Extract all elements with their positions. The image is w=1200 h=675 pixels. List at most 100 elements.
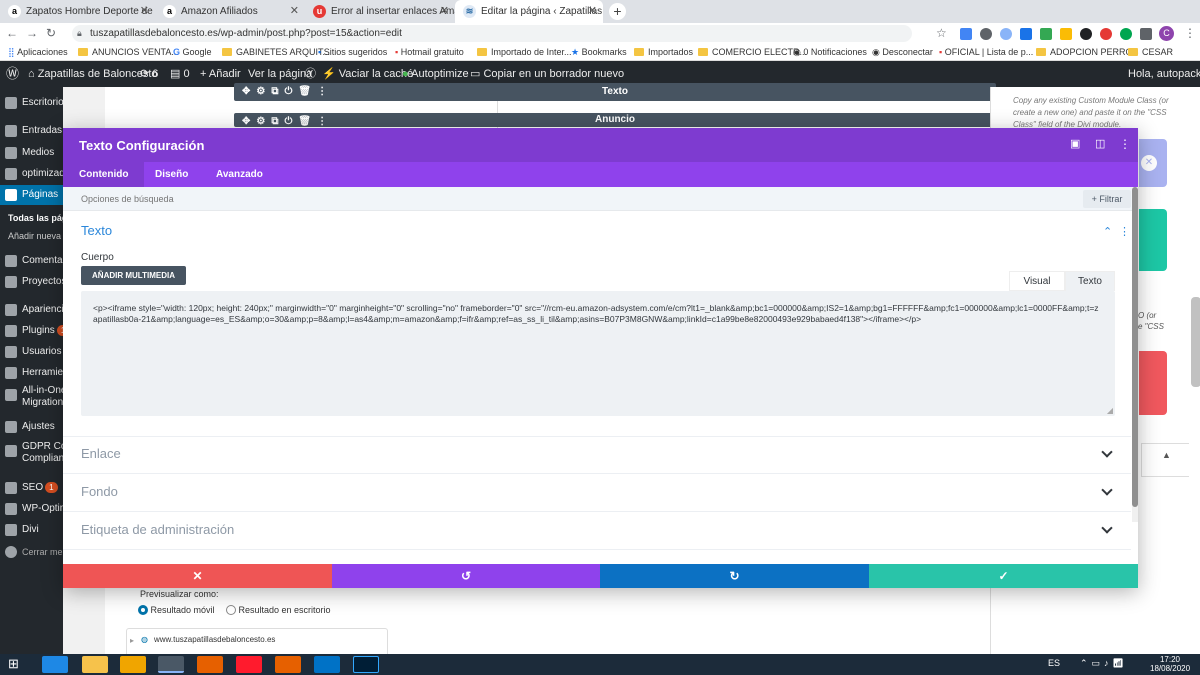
bookmark-item[interactable]: ▪ OFICIAL | Lista de p... [939,45,1033,60]
section-menu-icon[interactable]: ⋮ [1119,225,1130,238]
forward-icon[interactable]: → [26,26,38,40]
close-icon[interactable]: ✕ [290,0,299,23]
new-tab-button[interactable]: + [609,3,626,20]
filter-button[interactable]: + Filtrar [1083,190,1131,208]
split-view-icon[interactable]: ◫ [1095,137,1105,150]
language-indicator[interactable]: ES [1048,658,1060,668]
puzzle-icon[interactable] [1140,28,1152,40]
bookmark-item[interactable]: ◉ 0 Notificaciones [793,45,867,60]
sidebar-item-gdpr[interactable]: GDPR CooComplianc [0,441,63,464]
tab-content[interactable]: Contenido [63,162,145,187]
sidebar-item-dashboard[interactable]: Escritorio [0,93,63,113]
clock[interactable]: 17:20 18/08/2020 [1150,655,1190,673]
file-explorer-icon[interactable] [82,656,108,673]
bookmark-item[interactable]: ADOPCION PERROS [1036,45,1139,60]
sidebar-sub-all-pages[interactable]: Todas las págin [0,213,63,223]
sidebar-item-media[interactable]: Medios [0,143,63,163]
bookmark-item[interactable]: ANUNCIOS VENTA... [78,45,179,60]
extension-icon[interactable] [1080,28,1092,40]
caret-up-icon[interactable]: ▲ [1162,450,1171,460]
close-icon[interactable]: ✕ [140,0,149,23]
bookmark-item[interactable]: COMERCIO ELECTR... [698,45,807,60]
section-fondo[interactable]: Fondo [63,474,1131,512]
comments-link[interactable]: ▤ 0 [170,61,190,87]
sidebar-sub-add-new[interactable]: Añadir nueva [0,231,63,241]
redo-button[interactable]: ↻ [600,564,869,588]
options-search-input[interactable] [81,192,481,206]
radio-desktop[interactable]: Resultado en escritorio [226,605,331,615]
chevron-up-icon[interactable]: ⌃ [1103,225,1112,238]
reload-icon[interactable]: ↻ [46,26,56,40]
start-icon[interactable]: ⊞ [8,656,19,672]
section-title-texto[interactable]: Texto [81,223,112,238]
tab-design[interactable]: Diseño [139,162,204,187]
tab-text[interactable]: Texto [1065,271,1115,291]
close-icon[interactable]: ✕ [1141,155,1157,171]
extension-icon[interactable] [960,28,972,40]
sidebar-item-migration[interactable]: All-in-One Migration [0,385,63,408]
tray-icons[interactable]: ⌃▭♪📶︎ [1080,658,1128,669]
browser-tab[interactable]: u Error al insertar enlaces Amazon ✕ [305,0,455,23]
opera-icon[interactable] [236,656,262,673]
sidebar-item-appearance[interactable]: Apariencia [0,300,63,320]
sidebar-item-seo[interactable]: SEO 1 [0,478,63,498]
site-name-link[interactable]: ⌂ Zapatillas de Baloncesto [28,61,158,87]
url-field[interactable]: 🔒︎ tuszapatillasdebaloncesto.es/wp-admin… [72,25,912,42]
bookmark-item[interactable]: ◉ Desconectar [872,45,933,60]
bookmark-item[interactable]: ▪ Hotmail gratuito [395,45,464,60]
firefox-icon[interactable] [275,656,301,673]
close-icon[interactable]: ✕ [440,0,449,23]
extension-icon[interactable] [1020,28,1032,40]
expand-icon[interactable]: ▸ [130,636,134,645]
close-icon[interactable]: ✕ [588,0,597,23]
extension-icon[interactable] [1100,28,1112,40]
section-admin-label[interactable]: Etiqueta de administración [63,512,1131,550]
sidebar-item-settings[interactable]: Ajustes [0,417,63,437]
more-icon[interactable]: ⋮ [1119,137,1131,151]
extension-icon[interactable] [1040,28,1052,40]
modal-scrollbar[interactable] [1132,187,1138,522]
internet-explorer-icon[interactable] [42,656,68,673]
sidebar-item-comments[interactable]: Comentari [0,251,63,271]
tab-visual[interactable]: Visual [1009,271,1065,291]
add-media-button[interactable]: AÑADIR MULTIMEDIA [81,266,186,285]
bookmark-item[interactable]: CESAR [1128,45,1173,60]
firefox-icon[interactable] [197,656,223,673]
extension-icon[interactable] [1060,28,1072,40]
sidebar-item-wp-optimize[interactable]: WP-Optim [0,499,63,519]
sidebar-item-optimize[interactable]: optimizad [0,164,63,184]
bookmark-item[interactable]: Importados [634,45,693,60]
bookmark-item[interactable]: Importado de Inter... [477,45,572,60]
sidebar-item-users[interactable]: Usuarios [0,342,63,362]
scrollbar-thumb[interactable] [1191,297,1200,387]
bookmark-item[interactable]: GABINETES ARQUIT... [222,45,330,60]
tab-advanced[interactable]: Avanzado [200,162,279,187]
sidebar-collapse[interactable]: Cerrar men [0,542,63,562]
module-bar-texto[interactable]: ✥⚙⧉⏻🗑︎⋮ Texto [234,83,996,101]
extension-icon[interactable] [1120,28,1132,40]
menu-icon[interactable]: ⋮ [1184,26,1196,40]
wordpress-logo-icon[interactable]: Ⓦ [6,61,19,87]
sidebar-item-plugins[interactable]: Plugins1 [0,321,63,341]
extension-icon[interactable] [980,28,992,40]
media-player-icon[interactable] [120,656,146,673]
content-editor[interactable]: <p><iframe style="width: 120px; height: … [81,291,1115,416]
undo-button[interactable]: ↺ [332,564,600,588]
profile-avatar[interactable]: C [1159,26,1174,41]
sidebar-item-divi[interactable]: Divi [0,520,63,540]
save-button[interactable]: ✓ [869,564,1138,588]
back-icon[interactable]: ← [6,26,18,40]
photoshop-icon[interactable] [353,656,379,673]
module-bar-anuncio[interactable]: ✥⚙⧉⏻🗑︎⋮ Anuncio [234,113,996,127]
window-icon[interactable]: ▣ [1070,137,1080,150]
browser-tab[interactable]: a Zapatos Hombre Deporte de Bal ✕ [0,0,155,23]
sidebar-item-tools[interactable]: Herramien [0,363,63,383]
account-link[interactable]: Hola, autopackswe 👤︎ [1128,61,1200,87]
bookmark-item[interactable]: ★ Bookmarks [571,45,627,60]
sidebar-item-pages[interactable]: Páginas [0,185,63,205]
bookmark-item[interactable]: ▪ Sitios sugeridos [318,45,387,60]
browser-tab-active[interactable]: ≋ Editar la página ‹ Zapatillas de B ✕ [455,0,603,23]
extension-icon[interactable] [1000,28,1012,40]
bookmark-item[interactable]: G Google [173,45,212,60]
star-icon[interactable]: ☆ [936,26,947,40]
